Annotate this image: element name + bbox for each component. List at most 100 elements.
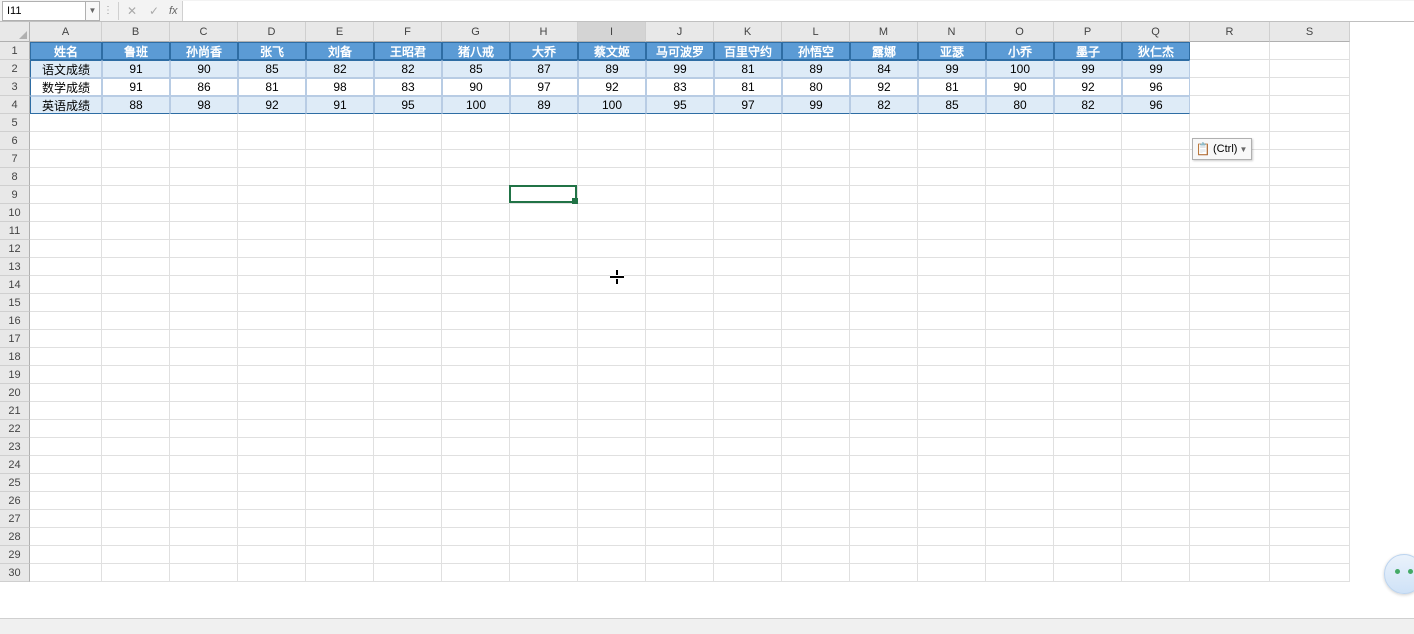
cell[interactable] bbox=[170, 222, 238, 240]
cell[interactable] bbox=[510, 132, 578, 150]
cell[interactable] bbox=[1190, 168, 1270, 186]
formula-cancel-button[interactable]: ✕ bbox=[121, 1, 143, 21]
cell[interactable] bbox=[578, 258, 646, 276]
cell[interactable] bbox=[578, 222, 646, 240]
cell[interactable]: 85 bbox=[918, 96, 986, 114]
cell[interactable] bbox=[714, 366, 782, 384]
cell[interactable]: 90 bbox=[442, 78, 510, 96]
cell[interactable] bbox=[102, 312, 170, 330]
cell[interactable] bbox=[442, 546, 510, 564]
cell[interactable] bbox=[782, 222, 850, 240]
cell[interactable] bbox=[1190, 222, 1270, 240]
cell[interactable]: 82 bbox=[374, 60, 442, 78]
cell[interactable] bbox=[918, 132, 986, 150]
cell[interactable]: 99 bbox=[1122, 60, 1190, 78]
cell[interactable] bbox=[30, 528, 102, 546]
cell[interactable] bbox=[374, 420, 442, 438]
cell[interactable] bbox=[646, 276, 714, 294]
cell[interactable] bbox=[374, 150, 442, 168]
cell[interactable] bbox=[918, 330, 986, 348]
cell[interactable] bbox=[102, 294, 170, 312]
cell[interactable] bbox=[30, 330, 102, 348]
cell[interactable] bbox=[1270, 96, 1350, 114]
column-header[interactable]: G bbox=[442, 22, 510, 42]
row-headers[interactable]: 1234567891011121314151617181920212223242… bbox=[0, 42, 30, 582]
select-all-corner[interactable] bbox=[0, 22, 30, 42]
cell[interactable] bbox=[30, 366, 102, 384]
cell[interactable] bbox=[374, 492, 442, 510]
cell[interactable] bbox=[170, 330, 238, 348]
cell[interactable] bbox=[986, 330, 1054, 348]
cell[interactable] bbox=[102, 528, 170, 546]
cell[interactable] bbox=[986, 150, 1054, 168]
cell[interactable] bbox=[714, 546, 782, 564]
cell[interactable] bbox=[646, 186, 714, 204]
cell[interactable] bbox=[1270, 114, 1350, 132]
cell[interactable] bbox=[578, 204, 646, 222]
cell[interactable] bbox=[442, 132, 510, 150]
cell[interactable] bbox=[578, 528, 646, 546]
cell[interactable] bbox=[986, 546, 1054, 564]
formula-enter-button[interactable]: ✓ bbox=[143, 1, 165, 21]
cell[interactable] bbox=[1190, 114, 1270, 132]
cell[interactable]: 85 bbox=[238, 60, 306, 78]
cell[interactable]: 88 bbox=[102, 96, 170, 114]
cell[interactable] bbox=[1054, 240, 1122, 258]
row-header[interactable]: 4 bbox=[0, 96, 30, 114]
cell[interactable] bbox=[850, 204, 918, 222]
cell[interactable] bbox=[1190, 384, 1270, 402]
cell[interactable] bbox=[1190, 402, 1270, 420]
cell[interactable] bbox=[1270, 186, 1350, 204]
cell[interactable] bbox=[442, 222, 510, 240]
cell[interactable] bbox=[306, 438, 374, 456]
cell[interactable] bbox=[578, 456, 646, 474]
cell[interactable] bbox=[714, 276, 782, 294]
cell[interactable] bbox=[1270, 222, 1350, 240]
cell[interactable] bbox=[170, 312, 238, 330]
cell[interactable] bbox=[306, 294, 374, 312]
cell[interactable] bbox=[1270, 312, 1350, 330]
cell[interactable] bbox=[1054, 528, 1122, 546]
column-header[interactable]: F bbox=[374, 22, 442, 42]
column-header[interactable]: D bbox=[238, 22, 306, 42]
cell[interactable] bbox=[238, 366, 306, 384]
cell[interactable] bbox=[442, 492, 510, 510]
cell[interactable]: 墨子 bbox=[1054, 42, 1122, 60]
cell[interactable] bbox=[1122, 510, 1190, 528]
cell[interactable]: 99 bbox=[646, 60, 714, 78]
cell[interactable] bbox=[646, 240, 714, 258]
cell[interactable] bbox=[510, 474, 578, 492]
cell[interactable] bbox=[714, 420, 782, 438]
cell[interactable]: 87 bbox=[510, 60, 578, 78]
row-header[interactable]: 6 bbox=[0, 132, 30, 150]
cell[interactable] bbox=[442, 276, 510, 294]
cell[interactable] bbox=[714, 492, 782, 510]
cell[interactable] bbox=[306, 366, 374, 384]
cell[interactable]: 86 bbox=[170, 78, 238, 96]
cell[interactable] bbox=[306, 330, 374, 348]
cell[interactable] bbox=[170, 258, 238, 276]
cell[interactable] bbox=[918, 564, 986, 582]
cell[interactable]: 81 bbox=[918, 78, 986, 96]
cell[interactable] bbox=[1190, 546, 1270, 564]
row-header[interactable]: 27 bbox=[0, 510, 30, 528]
cell[interactable] bbox=[1054, 132, 1122, 150]
cell[interactable]: 89 bbox=[578, 60, 646, 78]
cell[interactable] bbox=[442, 258, 510, 276]
cell[interactable] bbox=[30, 294, 102, 312]
row-header[interactable]: 11 bbox=[0, 222, 30, 240]
row-header[interactable]: 7 bbox=[0, 150, 30, 168]
cell[interactable] bbox=[102, 168, 170, 186]
cell[interactable] bbox=[306, 474, 374, 492]
cell[interactable] bbox=[1054, 258, 1122, 276]
cell[interactable] bbox=[170, 276, 238, 294]
cell[interactable] bbox=[714, 150, 782, 168]
column-header[interactable]: I bbox=[578, 22, 646, 42]
cell[interactable] bbox=[30, 150, 102, 168]
cell[interactable] bbox=[306, 168, 374, 186]
column-header[interactable]: J bbox=[646, 22, 714, 42]
cell[interactable]: 82 bbox=[850, 96, 918, 114]
cell[interactable] bbox=[510, 222, 578, 240]
cell[interactable] bbox=[1054, 366, 1122, 384]
cell[interactable] bbox=[986, 420, 1054, 438]
